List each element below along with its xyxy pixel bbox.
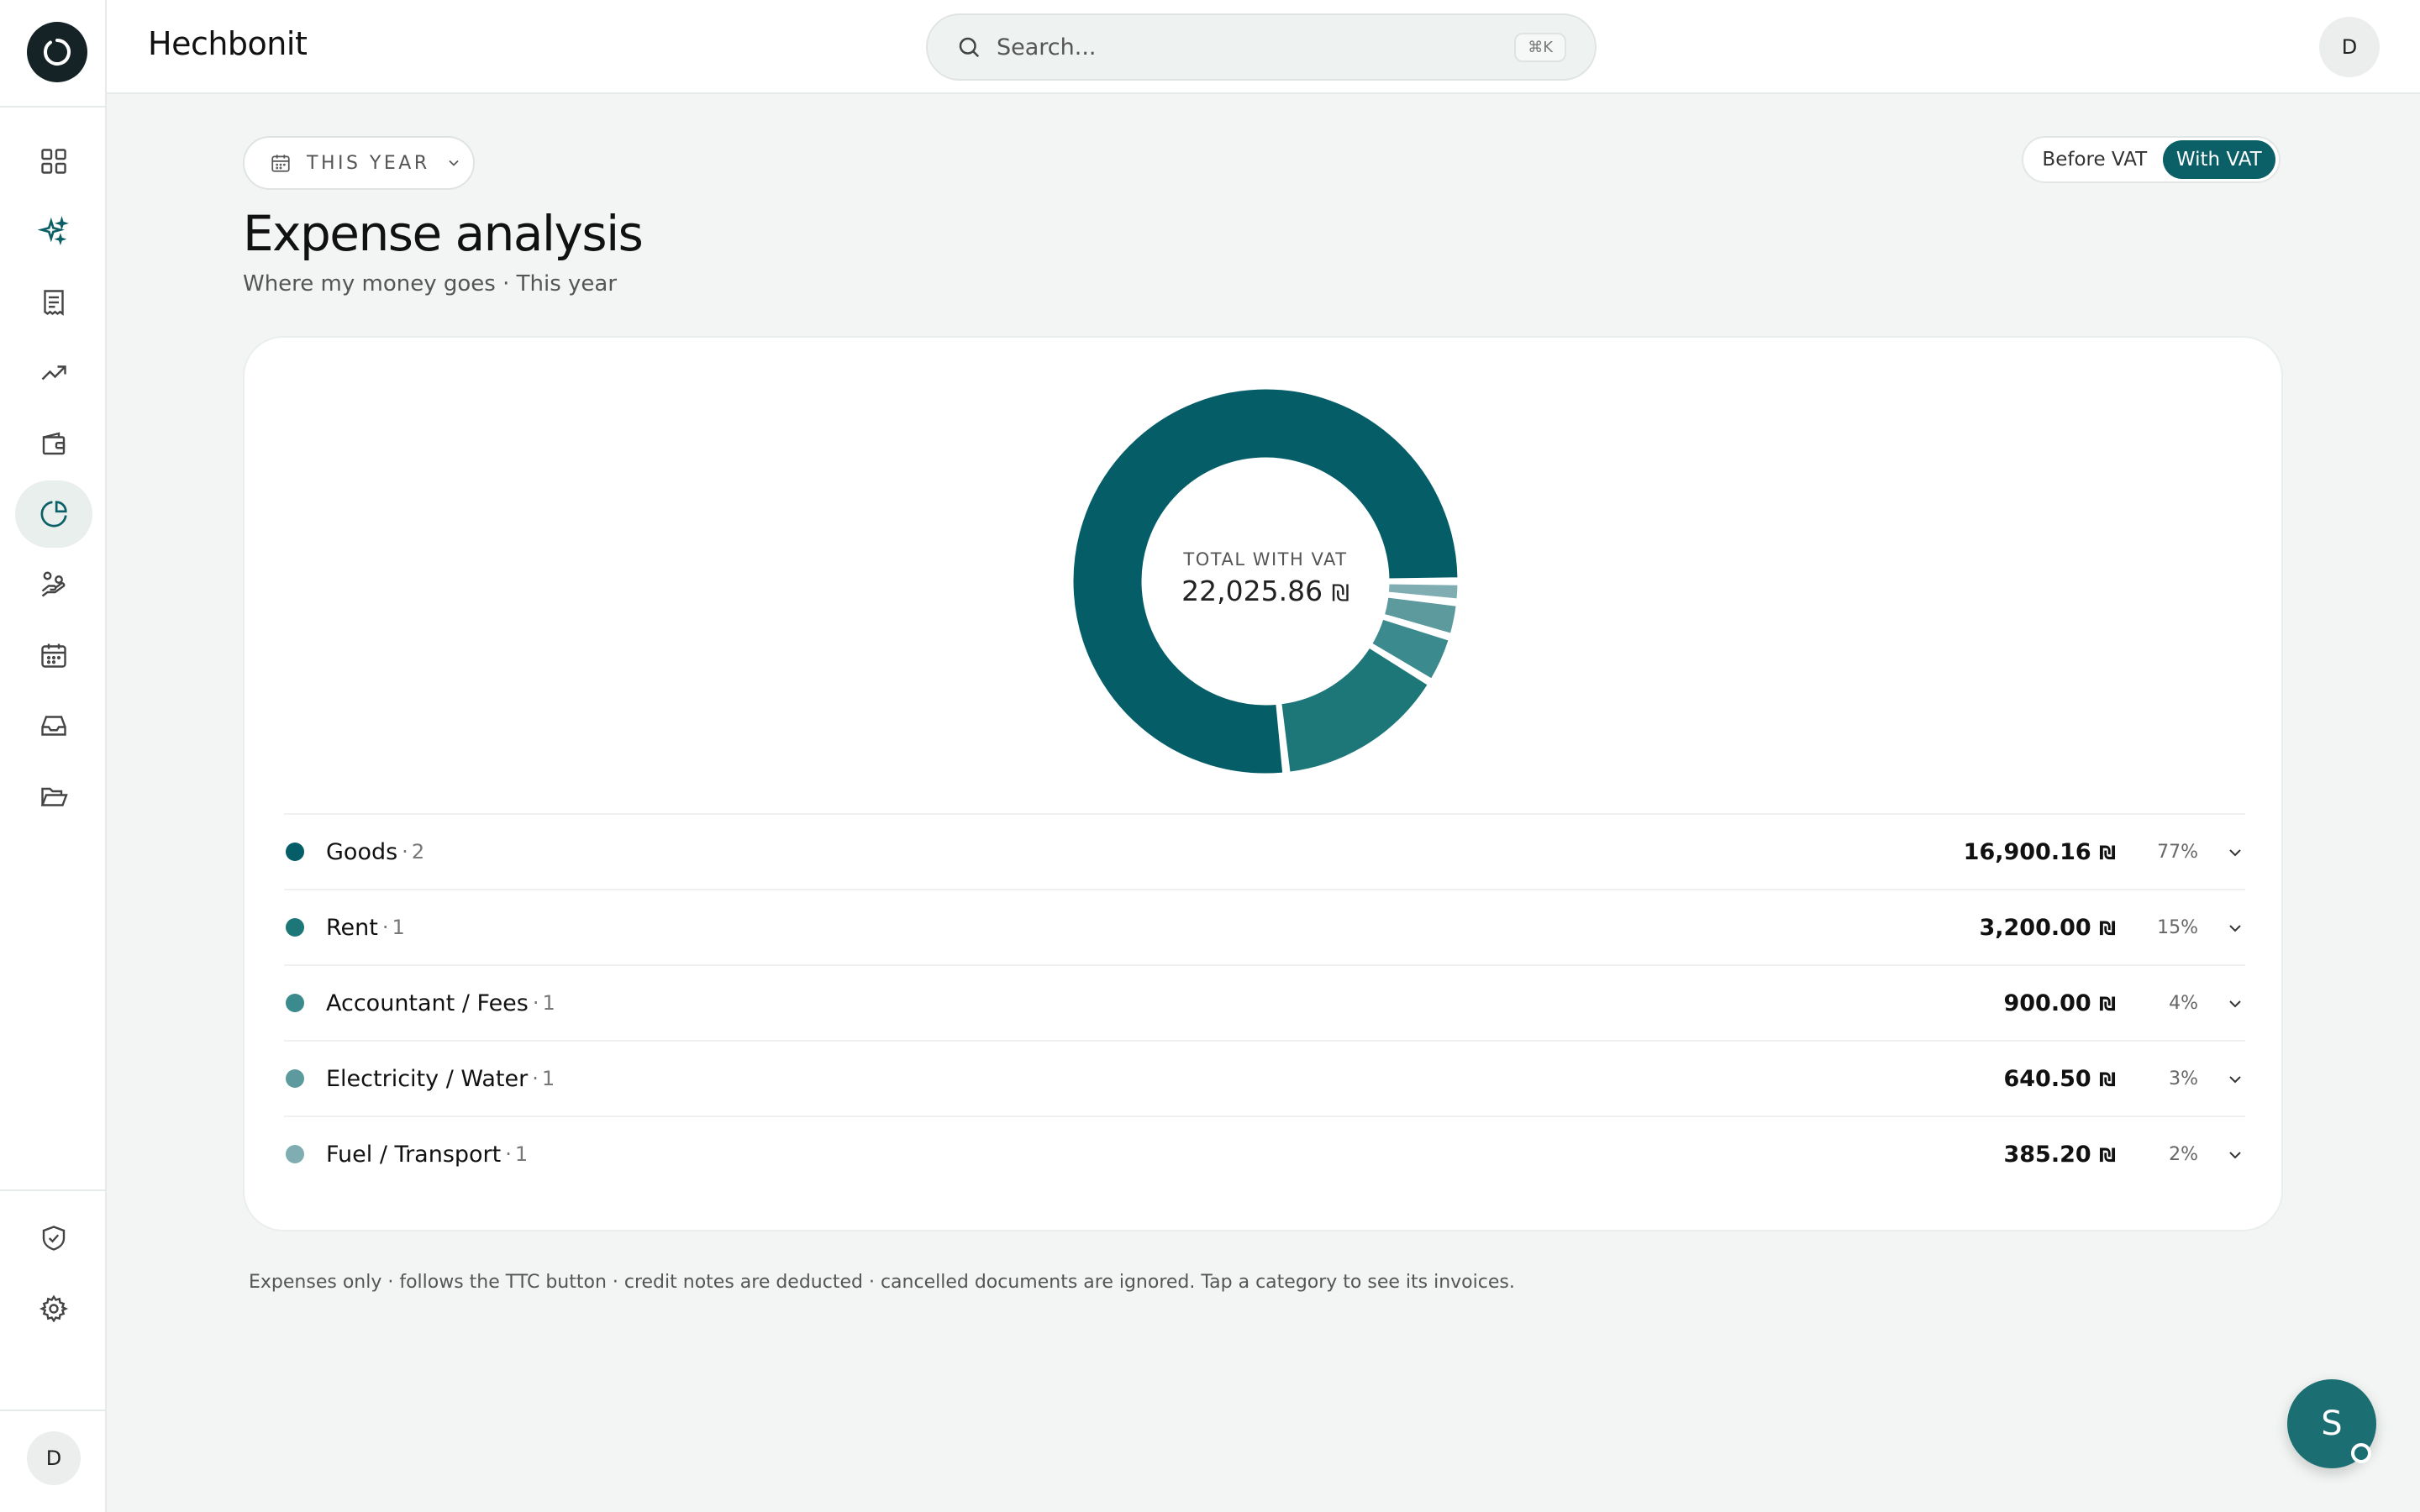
search-icon <box>959 37 980 58</box>
category-color-dot <box>286 994 304 1012</box>
expense-card: TOTAL WITH VAT 22,025.86 ₪ Goods · 2 16,900… <box>243 336 2283 1231</box>
separator-dot: · <box>402 840 408 864</box>
category-color-dot <box>286 918 304 937</box>
receipt-icon[interactable] <box>15 269 92 336</box>
app-title: Hechbonit <box>148 25 308 62</box>
category-row[interactable]: Accountant / Fees · 1 900.00 ₪ 4% <box>284 964 2245 1040</box>
category-row[interactable]: Electricity / Water · 1 640.50 ₪ 3% <box>284 1040 2245 1116</box>
category-count: 1 <box>542 991 555 1015</box>
amount-value: 640.50 <box>2003 1065 2091 1092</box>
category-percent: 2% <box>2169 1143 2198 1165</box>
category-name: Fuel / Transport <box>326 1141 502 1168</box>
gear-icon[interactable] <box>15 1275 92 1342</box>
page-title: Expense analysis <box>243 205 644 262</box>
category-amount: 385.20 ₪ <box>2003 1142 2116 1168</box>
wallet-icon[interactable] <box>15 410 92 477</box>
currency-symbol: ₪ <box>1331 580 1349 606</box>
category-percent: 3% <box>2169 1068 2198 1089</box>
category-name: Electricity / Water <box>326 1065 529 1092</box>
currency-symbol: ₪ <box>2099 1069 2116 1091</box>
separator-dot: · <box>505 1142 512 1166</box>
search-placeholder: Search... <box>997 34 1097 60</box>
sidebar-user-avatar[interactable]: D <box>27 1431 81 1485</box>
chevron-down-icon[interactable] <box>2225 1145 2245 1165</box>
category-color-dot <box>286 1069 304 1088</box>
page-subtitle: Where my money goes · This year <box>243 271 618 297</box>
footnote: Expenses only · follows the TTC button ·… <box>249 1272 1515 1293</box>
app-logo-icon[interactable] <box>27 22 87 82</box>
period-selector[interactable]: THIS YEAR <box>243 136 475 190</box>
period-label: THIS YEAR <box>307 152 430 174</box>
assistant-initial: S <box>2321 1404 2343 1443</box>
category-color-dot <box>286 843 304 861</box>
search-input[interactable]: Search... ⌘K <box>926 13 1597 81</box>
total-value: 22,025.86 ₪ <box>1071 575 1460 607</box>
sidebar-divider <box>0 1410 107 1411</box>
category-row[interactable]: Fuel / Transport · 1 385.20 ₪ 2% <box>284 1116 2245 1191</box>
category-count: 2 <box>411 840 425 864</box>
category-count: 1 <box>541 1067 555 1090</box>
sidebar: D <box>0 0 107 1512</box>
top-header: Hechbonit Search... ⌘K D <box>107 0 2420 94</box>
total-amount: 22,025.86 <box>1181 575 1323 607</box>
chevron-down-icon[interactable] <box>2225 994 2245 1014</box>
category-amount: 16,900.16 ₪ <box>1964 839 2116 865</box>
chevron-down-icon <box>449 160 459 166</box>
separator-dot: · <box>532 991 539 1015</box>
category-amount: 3,200.00 ₪ <box>1979 915 2116 941</box>
hand-coins-icon[interactable] <box>15 551 92 618</box>
calendar-icon[interactable] <box>15 622 92 689</box>
separator-dot: · <box>381 916 389 939</box>
category-list: Goods · 2 16,900.16 ₪ 77% Rent · 1 3,200.00 ₪ 15%… <box>284 813 2245 1191</box>
currency-symbol: ₪ <box>2099 1145 2116 1167</box>
category-name: Goods <box>326 838 398 865</box>
search-shortcut: ⌘K <box>1514 32 1566 62</box>
assistant-status-badge <box>2351 1443 2371 1463</box>
folder-open-icon[interactable] <box>15 763 92 830</box>
category-name: Accountant / Fees <box>326 990 529 1016</box>
shield-check-icon[interactable] <box>15 1205 92 1272</box>
with-vat-option[interactable]: With VAT <box>2162 140 2275 179</box>
sidebar-divider <box>0 1189 107 1191</box>
vat-toggle: Before VAT With VAT <box>2022 136 2281 183</box>
category-percent: 15% <box>2157 916 2198 938</box>
dashboard-icon[interactable] <box>15 128 92 195</box>
category-row[interactable]: Goods · 2 16,900.16 ₪ 77% <box>284 813 2245 889</box>
amount-value: 385.20 <box>2003 1141 2091 1168</box>
pie-chart-icon[interactable] <box>15 480 92 548</box>
category-amount: 900.00 ₪ <box>2003 990 2116 1016</box>
amount-value: 900.00 <box>2003 990 2091 1016</box>
amount-value: 16,900.16 <box>1963 838 2091 865</box>
category-percent: 4% <box>2169 992 2198 1014</box>
category-color-dot <box>286 1145 304 1163</box>
amount-value: 3,200.00 <box>1979 914 2091 941</box>
inbox-icon[interactable] <box>15 692 92 759</box>
chevron-down-icon[interactable] <box>2225 918 2245 938</box>
category-amount: 640.50 ₪ <box>2003 1066 2116 1092</box>
currency-symbol: ₪ <box>2099 843 2116 864</box>
chevron-down-icon[interactable] <box>2225 843 2245 863</box>
category-name: Rent <box>326 914 378 941</box>
category-row[interactable]: Rent · 1 3,200.00 ₪ 15% <box>284 889 2245 964</box>
chevron-down-icon[interactable] <box>2225 1069 2245 1089</box>
trending-up-icon[interactable] <box>15 339 92 407</box>
before-vat-option[interactable]: Before VAT <box>2027 140 2163 179</box>
category-count: 1 <box>514 1142 529 1166</box>
sidebar-logo-area <box>0 0 105 108</box>
currency-symbol: ₪ <box>2099 994 2116 1016</box>
separator-dot: · <box>532 1067 539 1090</box>
category-count: 1 <box>392 916 405 939</box>
currency-symbol: ₪ <box>2099 918 2116 940</box>
header-user-avatar[interactable]: D <box>2319 17 2380 77</box>
category-percent: 77% <box>2157 841 2198 863</box>
calendar-icon <box>271 155 290 172</box>
sparkles-icon[interactable] <box>15 198 92 265</box>
total-label: TOTAL WITH VAT <box>1183 549 1348 570</box>
